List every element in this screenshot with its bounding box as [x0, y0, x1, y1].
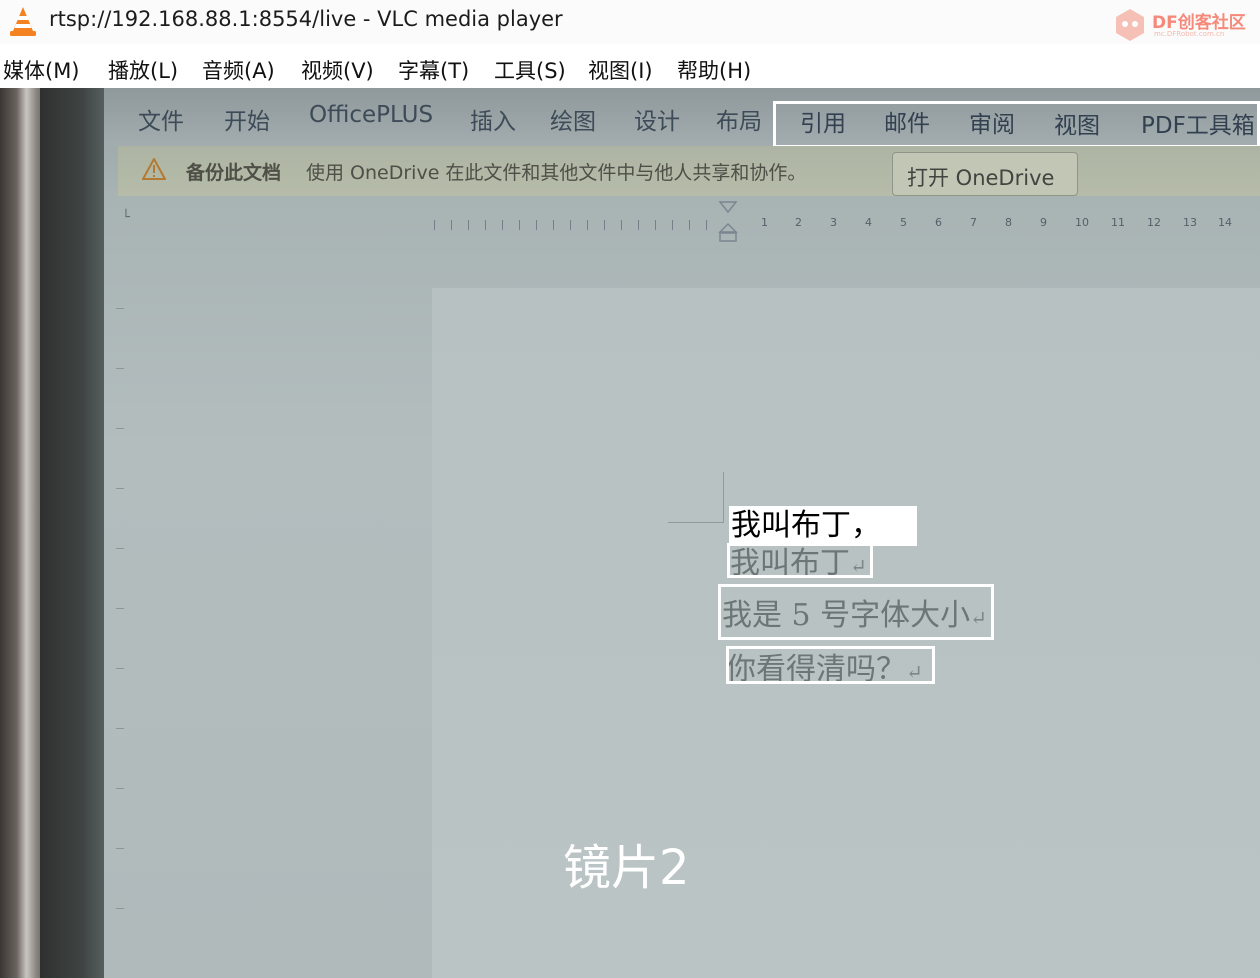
ribbon-tab-home: 开始 — [224, 109, 270, 135]
tab-stop-icon: └ — [122, 210, 130, 225]
ribbon-tab-draw: 绘图 — [550, 109, 596, 135]
ruler-tick — [621, 220, 622, 230]
detection-box-line-1 — [727, 543, 873, 578]
ruler-number: 3 — [830, 216, 837, 229]
open-onedrive-label: 打开 OneDrive — [907, 166, 1055, 190]
ruler-tick — [116, 908, 124, 909]
ruler-number: 7 — [970, 216, 977, 229]
lens-caption: 镜片2 — [563, 840, 690, 896]
title-bar: rtsp://192.168.88.1:8554/live - VLC medi… — [0, 0, 1260, 44]
margin-mark — [668, 522, 724, 523]
menu-video[interactable]: 视频(V) — [301, 55, 374, 85]
ruler-tick — [655, 220, 656, 230]
ruler-number: 13 — [1183, 216, 1197, 229]
indent-marker-icon — [718, 201, 738, 242]
ribbon-tab-officeplus: OfficePLUS — [309, 102, 434, 128]
warning-icon — [142, 158, 166, 180]
ruler-tick — [116, 728, 124, 729]
ruler-number: 10 — [1075, 216, 1089, 229]
ribbon-tab-design: 设计 — [634, 109, 680, 135]
ruler-tick — [570, 220, 571, 230]
ruler-tick — [536, 220, 537, 230]
ruler-tick — [519, 220, 520, 230]
vertical-ruler — [112, 288, 128, 978]
menu-media[interactable]: 媒体(M) — [3, 55, 80, 85]
ruler-tick — [672, 220, 673, 230]
menu-audio[interactable]: 音频(A) — [202, 55, 275, 85]
ruler-number: 12 — [1147, 216, 1161, 229]
ruler-number: 8 — [1005, 216, 1012, 229]
ruler-tick — [468, 220, 469, 230]
ruler-number: 2 — [795, 216, 802, 229]
margin-mark — [723, 472, 724, 523]
ribbon-tab-layout: 布局 — [716, 109, 762, 135]
open-onedrive-button: 打开 OneDrive — [892, 152, 1078, 196]
watermark-logo: DF创客社区 mc.DFRobot.com.cn — [1108, 4, 1258, 42]
ruler-tick — [451, 220, 452, 230]
ribbon-tab-file: 文件 — [138, 109, 184, 135]
window-title: rtsp://192.168.88.1:8554/live - VLC medi… — [49, 7, 563, 31]
ruler-number: 1 — [761, 216, 768, 229]
detection-box-ribbon — [773, 101, 1260, 148]
ruler-tick — [116, 548, 124, 549]
watermark-subtext: mc.DFRobot.com.cn — [1154, 30, 1225, 38]
ruler-number: 9 — [1040, 216, 1047, 229]
menu-tools[interactable]: 工具(S) — [494, 55, 566, 85]
ocr-result-label: 我叫布丁， — [729, 506, 917, 546]
ruler-tick — [553, 220, 554, 230]
ruler-tick — [116, 428, 124, 429]
ruler-tick — [116, 488, 124, 489]
menu-bar: 媒体(M) 播放(L) 音频(A) 视频(V) 字幕(T) 工具(S) 视图(I… — [0, 44, 1260, 88]
ruler-tick — [502, 220, 503, 230]
ruler-number: 11 — [1111, 216, 1125, 229]
ruler-tick — [434, 220, 435, 230]
ruler-tick — [604, 220, 605, 230]
detection-box-line-2 — [718, 584, 994, 640]
ruler-tick — [116, 788, 124, 789]
horizontal-ruler: └ 1 2 3 4 5 6 7 8 9 10 11 12 13 14 — [104, 196, 1260, 246]
ruler-number: 4 — [865, 216, 872, 229]
menu-playback[interactable]: 播放(L) — [108, 55, 178, 85]
robot-logo-icon — [1116, 9, 1144, 41]
ruler-tick — [485, 220, 486, 230]
video-frame[interactable]: 文件 开始 OfficePLUS 插入 绘图 设计 布局 引用 邮件 审阅 视图… — [0, 88, 1260, 978]
ruler-tick — [116, 308, 124, 309]
onedrive-infobar: 备份此文档 使用 OneDrive 在此文件和其他文件中与他人共享和协作。 打开… — [118, 146, 1260, 196]
menu-help[interactable]: 帮助(H) — [677, 55, 751, 85]
detection-box-line-3 — [726, 646, 935, 684]
ruler-tick — [116, 368, 124, 369]
ruler-tick — [116, 848, 124, 849]
ruler-tick — [587, 220, 588, 230]
vlc-cone-icon — [10, 7, 36, 36]
ruler-number: 6 — [935, 216, 942, 229]
menu-view[interactable]: 视图(I) — [588, 55, 653, 85]
ruler-tick — [706, 220, 707, 230]
ruler-tick — [638, 220, 639, 230]
ruler-tick — [116, 668, 124, 669]
infobar-title: 备份此文档 — [186, 162, 282, 184]
ruler-tick — [689, 220, 690, 230]
ruler-number: 5 — [900, 216, 907, 229]
ruler-ticks: 1 2 3 4 5 6 7 8 9 10 11 12 13 14 — [434, 201, 1260, 242]
ribbon-tab-insert: 插入 — [470, 109, 516, 135]
monitor-bezel — [40, 88, 110, 978]
ruler-tick — [116, 608, 124, 609]
menu-subtitle[interactable]: 字幕(T) — [398, 55, 469, 85]
infobar-message: 使用 OneDrive 在此文件和其他文件中与他人共享和协作。 — [306, 162, 807, 184]
ruler-number: 14 — [1218, 216, 1232, 229]
